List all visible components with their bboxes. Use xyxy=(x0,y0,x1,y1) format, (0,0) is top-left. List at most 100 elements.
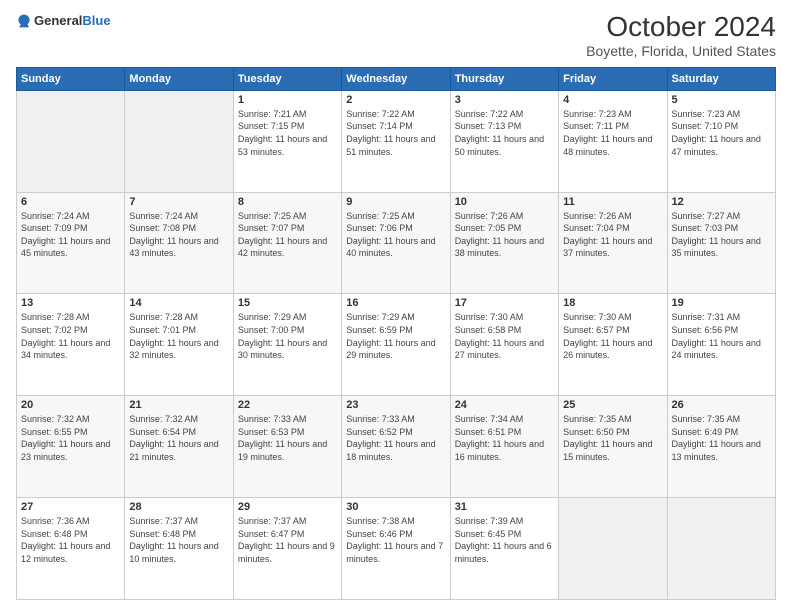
day-number: 4 xyxy=(563,94,662,106)
calendar-cell: 28 Sunrise: 7:37 AMSunset: 6:48 PMDayligh… xyxy=(125,498,233,600)
calendar-cell: 16 Sunrise: 7:29 AMSunset: 6:59 PMDayligh… xyxy=(342,294,450,396)
calendar-cell xyxy=(125,90,233,192)
title-block: October 2024 Boyette, Florida, United St… xyxy=(586,12,776,59)
day-number: 22 xyxy=(238,399,337,411)
day-info: Sunrise: 7:33 AMSunset: 6:52 PMDaylight:… xyxy=(346,413,445,463)
calendar-cell: 12Sunrise: 7:27 AMSunset: 7:03 PMDayligh… xyxy=(667,192,775,294)
calendar-header: SundayMondayTuesdayWednesdayThursdayFrid… xyxy=(17,67,776,90)
calendar-cell: 10 Sunrise: 7:26 AMSunset: 7:05 PMDayligh… xyxy=(450,192,558,294)
calendar-cell xyxy=(667,498,775,600)
calendar-table: SundayMondayTuesdayWednesdayThursdayFrid… xyxy=(16,67,776,600)
calendar-cell: 22 Sunrise: 7:33 AMSunset: 6:53 PMDayligh… xyxy=(233,396,341,498)
calendar-cell: 13 Sunrise: 7:28 AMSunset: 7:02 PMDayligh… xyxy=(17,294,125,396)
calendar-cell: 7 Sunrise: 7:24 AMSunset: 7:08 PMDaylight… xyxy=(125,192,233,294)
day-number: 15 xyxy=(238,297,337,309)
day-number: 12 xyxy=(672,196,771,208)
day-info: Sunrise: 7:22 AMSunset: 7:13 PMDaylight:… xyxy=(455,108,554,158)
day-info: Sunrise: 7:21 AMSunset: 7:15 PMDaylight:… xyxy=(238,108,337,158)
calendar-cell: 11 Sunrise: 7:26 AMSunset: 7:04 PMDayligh… xyxy=(559,192,667,294)
day-number: 5 xyxy=(672,94,771,106)
header-cell-saturday: Saturday xyxy=(667,67,775,90)
header-cell-wednesday: Wednesday xyxy=(342,67,450,90)
day-info: Sunrise: 7:23 AMSunset: 7:10 PMDaylight:… xyxy=(672,108,771,158)
day-number: 7 xyxy=(129,196,228,208)
day-info: Sunrise: 7:30 AMSunset: 6:57 PMDaylight:… xyxy=(563,311,662,361)
day-info: Sunrise: 7:24 AMSunset: 7:08 PMDaylight:… xyxy=(129,210,228,260)
day-number: 6 xyxy=(21,196,120,208)
day-number: 17 xyxy=(455,297,554,309)
day-number: 10 xyxy=(455,196,554,208)
calendar-cell: 27Sunrise: 7:36 AMSunset: 6:48 PMDayligh… xyxy=(17,498,125,600)
header: GeneralBlue October 2024 Boyette, Florid… xyxy=(16,12,776,59)
day-info: Sunrise: 7:26 AMSunset: 7:05 PMDaylight:… xyxy=(455,210,554,260)
calendar-row-3: 20Sunrise: 7:32 AMSunset: 6:55 PMDayligh… xyxy=(17,396,776,498)
day-number: 26 xyxy=(672,399,771,411)
day-info: Sunrise: 7:25 AMSunset: 7:07 PMDaylight:… xyxy=(238,210,337,260)
day-info: Sunrise: 7:33 AMSunset: 6:53 PMDaylight:… xyxy=(238,413,337,463)
day-info: Sunrise: 7:37 AMSunset: 6:48 PMDaylight:… xyxy=(129,515,228,565)
day-number: 14 xyxy=(129,297,228,309)
logo: GeneralBlue xyxy=(16,12,111,30)
day-info: Sunrise: 7:23 AMSunset: 7:11 PMDaylight:… xyxy=(563,108,662,158)
day-number: 20 xyxy=(21,399,120,411)
logo-icon xyxy=(16,13,32,29)
day-number: 23 xyxy=(346,399,445,411)
calendar-cell: 21 Sunrise: 7:32 AMSunset: 6:54 PMDayligh… xyxy=(125,396,233,498)
day-number: 18 xyxy=(563,297,662,309)
header-cell-tuesday: Tuesday xyxy=(233,67,341,90)
header-row: SundayMondayTuesdayWednesdayThursdayFrid… xyxy=(17,67,776,90)
day-number: 31 xyxy=(455,501,554,513)
calendar-row-4: 27Sunrise: 7:36 AMSunset: 6:48 PMDayligh… xyxy=(17,498,776,600)
calendar-cell: 20Sunrise: 7:32 AMSunset: 6:55 PMDayligh… xyxy=(17,396,125,498)
calendar-cell: 6 Sunrise: 7:24 AMSunset: 7:09 PMDaylight… xyxy=(17,192,125,294)
day-info: Sunrise: 7:26 AMSunset: 7:04 PMDaylight:… xyxy=(563,210,662,260)
day-info: Sunrise: 7:28 AMSunset: 7:02 PMDaylight:… xyxy=(21,311,120,361)
calendar-cell: 24Sunrise: 7:34 AMSunset: 6:51 PMDayligh… xyxy=(450,396,558,498)
day-info: Sunrise: 7:35 AMSunset: 6:50 PMDaylight:… xyxy=(563,413,662,463)
header-cell-thursday: Thursday xyxy=(450,67,558,90)
day-number: 19 xyxy=(672,297,771,309)
calendar-cell: 5 Sunrise: 7:23 AMSunset: 7:10 PMDaylight… xyxy=(667,90,775,192)
day-number: 9 xyxy=(346,196,445,208)
day-number: 30 xyxy=(346,501,445,513)
calendar-cell xyxy=(559,498,667,600)
day-info: Sunrise: 7:22 AMSunset: 7:14 PMDaylight:… xyxy=(346,108,445,158)
calendar-cell: 29 Sunrise: 7:37 AMSunset: 6:47 PMDayligh… xyxy=(233,498,341,600)
day-info: Sunrise: 7:32 AMSunset: 6:54 PMDaylight:… xyxy=(129,413,228,463)
day-number: 13 xyxy=(21,297,120,309)
header-cell-monday: Monday xyxy=(125,67,233,90)
day-number: 8 xyxy=(238,196,337,208)
calendar-cell: 3Sunrise: 7:22 AMSunset: 7:13 PMDaylight… xyxy=(450,90,558,192)
calendar-cell: 1Sunrise: 7:21 AMSunset: 7:15 PMDaylight… xyxy=(233,90,341,192)
page-title: October 2024 xyxy=(586,12,776,43)
calendar-row-0: 1Sunrise: 7:21 AMSunset: 7:15 PMDaylight… xyxy=(17,90,776,192)
calendar-cell: 9 Sunrise: 7:25 AMSunset: 7:06 PMDaylight… xyxy=(342,192,450,294)
calendar-cell: 15Sunrise: 7:29 AMSunset: 7:00 PMDayligh… xyxy=(233,294,341,396)
day-info: Sunrise: 7:24 AMSunset: 7:09 PMDaylight:… xyxy=(21,210,120,260)
calendar-cell xyxy=(17,90,125,192)
day-info: Sunrise: 7:36 AMSunset: 6:48 PMDaylight:… xyxy=(21,515,120,565)
page-subtitle: Boyette, Florida, United States xyxy=(586,43,776,59)
calendar-cell: 18 Sunrise: 7:30 AMSunset: 6:57 PMDayligh… xyxy=(559,294,667,396)
day-number: 16 xyxy=(346,297,445,309)
day-info: Sunrise: 7:29 AMSunset: 6:59 PMDaylight:… xyxy=(346,311,445,361)
calendar-cell: 2 Sunrise: 7:22 AMSunset: 7:14 PMDaylight… xyxy=(342,90,450,192)
calendar-body: 1Sunrise: 7:21 AMSunset: 7:15 PMDaylight… xyxy=(17,90,776,599)
day-number: 11 xyxy=(563,196,662,208)
day-info: Sunrise: 7:39 AMSunset: 6:45 PMDaylight:… xyxy=(455,515,554,565)
day-number: 28 xyxy=(129,501,228,513)
day-info: Sunrise: 7:25 AMSunset: 7:06 PMDaylight:… xyxy=(346,210,445,260)
logo-text: GeneralBlue xyxy=(34,12,111,30)
calendar-cell: 25 Sunrise: 7:35 AMSunset: 6:50 PMDayligh… xyxy=(559,396,667,498)
day-number: 21 xyxy=(129,399,228,411)
day-number: 25 xyxy=(563,399,662,411)
calendar-cell: 17Sunrise: 7:30 AMSunset: 6:58 PMDayligh… xyxy=(450,294,558,396)
day-number: 29 xyxy=(238,501,337,513)
calendar-row-1: 6 Sunrise: 7:24 AMSunset: 7:09 PMDaylight… xyxy=(17,192,776,294)
header-cell-sunday: Sunday xyxy=(17,67,125,90)
calendar-row-2: 13 Sunrise: 7:28 AMSunset: 7:02 PMDayligh… xyxy=(17,294,776,396)
day-info: Sunrise: 7:37 AMSunset: 6:47 PMDaylight:… xyxy=(238,515,337,565)
day-number: 2 xyxy=(346,94,445,106)
day-info: Sunrise: 7:28 AMSunset: 7:01 PMDaylight:… xyxy=(129,311,228,361)
day-info: Sunrise: 7:31 AMSunset: 6:56 PMDaylight:… xyxy=(672,311,771,361)
